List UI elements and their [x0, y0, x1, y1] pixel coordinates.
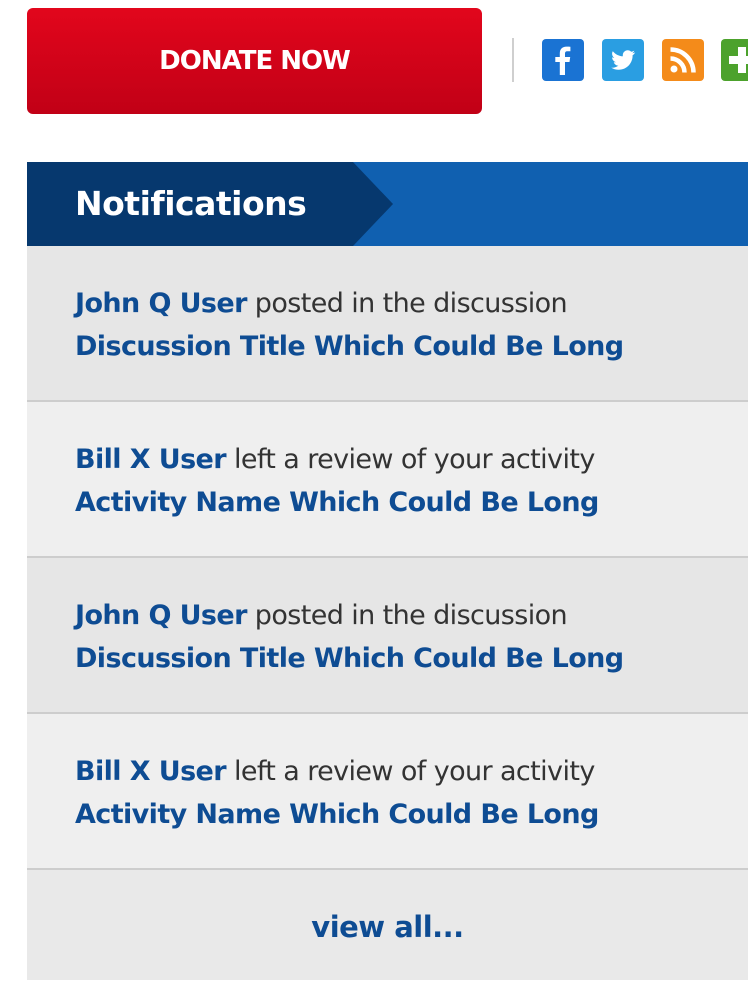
user-link[interactable]: Bill X User — [75, 756, 227, 787]
rss-icon[interactable] — [662, 39, 704, 81]
notification-action: posted in the discussion — [246, 288, 568, 319]
notification-item: John Q User posted in the discussion Dis… — [27, 246, 748, 402]
user-link[interactable]: John Q User — [75, 288, 247, 319]
notification-action: posted in the discussion — [246, 600, 568, 631]
facebook-icon[interactable] — [542, 39, 584, 81]
notification-item: Bill X User left a review of your activi… — [27, 714, 748, 870]
panel-title: Notifications — [75, 184, 307, 223]
notification-action: left a review of your activity — [225, 444, 595, 475]
plus-icon[interactable] — [721, 39, 748, 81]
twitter-icon[interactable] — [602, 39, 644, 81]
discussion-link[interactable]: Discussion Title Which Could Be Long — [75, 637, 748, 680]
notification-item: Bill X User left a review of your activi… — [27, 402, 748, 558]
discussion-link[interactable]: Discussion Title Which Could Be Long — [75, 325, 748, 368]
notifications-header: Notifications — [27, 162, 748, 246]
user-link[interactable]: John Q User — [75, 600, 247, 631]
notifications-panel: Notifications John Q User posted in the … — [27, 162, 748, 980]
top-bar: DONATE NOW — [0, 0, 748, 140]
notification-item: John Q User posted in the discussion Dis… — [27, 558, 748, 714]
donate-now-button[interactable]: DONATE NOW — [27, 8, 482, 114]
notification-action: left a review of your activity — [225, 756, 595, 787]
view-all-link[interactable]: view all... — [27, 870, 748, 980]
user-link[interactable]: Bill X User — [75, 444, 227, 475]
activity-link[interactable]: Activity Name Which Could Be Long — [75, 793, 748, 836]
divider — [512, 38, 514, 82]
activity-link[interactable]: Activity Name Which Could Be Long — [75, 481, 748, 524]
